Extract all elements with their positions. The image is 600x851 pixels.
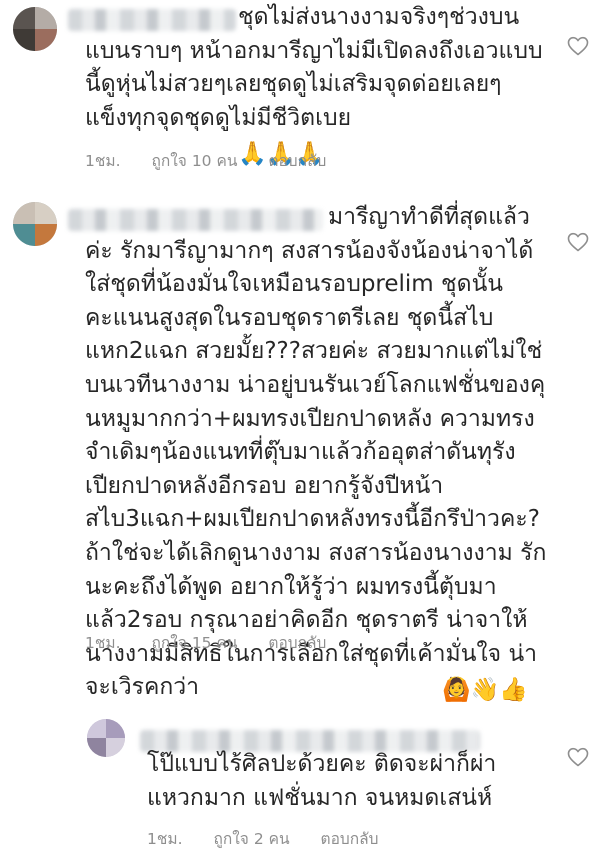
reply-button[interactable]: ตอบกลับ — [268, 634, 326, 652]
comment-body: มารีญาทำดีที่สุดแล้ว ค่ะ รักมารีญามากๆ ส… — [85, 204, 547, 701]
heart-outline-icon[interactable] — [566, 745, 590, 769]
heart-outline-icon[interactable] — [566, 34, 590, 58]
comment-item: ชุดไม่ส่งนางงามจริงๆช่วงบน แบนราบๆ หน้าอ… — [0, 0, 600, 175]
comment-meta: 1ชม. ถูกใจ 2 คน ตอบกลับ — [147, 826, 404, 851]
timestamp: 1ชม. — [85, 634, 121, 652]
avatar[interactable] — [13, 7, 57, 51]
heart-outline-icon[interactable] — [566, 230, 590, 254]
avatar[interactable] — [13, 202, 57, 246]
likes-count[interactable]: ถูกใจ 10 คน — [151, 152, 237, 170]
comment-item: โป๊แบบไร้ศิลปะด้วยคะ ติดจะผ่าก็ผ่า แหวกม… — [0, 690, 600, 851]
avatar[interactable] — [87, 719, 125, 757]
comment-meta: 1ชม. ถูกใจ 15 คน ตอบกลับ — [85, 630, 352, 655]
comment-body: ชุดไม่ส่งนางงามจริงๆช่วงบน แบนราบๆ หน้าอ… — [85, 4, 543, 131]
reply-button[interactable]: ตอบกลับ — [268, 152, 326, 170]
comment-text: ชุดไม่ส่งนางงามจริงๆช่วงบน แบนราบๆ หน้าอ… — [85, 1, 565, 172]
comment-item: มารีญาทำดีที่สุดแล้ว ค่ะ รักมารีญามากๆ ส… — [0, 175, 600, 703]
reply-button[interactable]: ตอบกลับ — [321, 830, 379, 848]
timestamp: 1ชม. — [85, 152, 121, 170]
comment-body: โป๊แบบไร้ศิลปะด้วยคะ ติดจะผ่าก็ผ่า แหวกม… — [147, 751, 497, 811]
likes-count[interactable]: ถูกใจ 15 คน — [151, 634, 237, 652]
likes-count[interactable]: ถูกใจ 2 คน — [213, 830, 289, 848]
timestamp: 1ชม. — [147, 830, 183, 848]
comment-text: โป๊แบบไร้ศิลปะด้วยคะ ติดจะผ่าก็ผ่า แหวกม… — [147, 748, 567, 815]
comment-meta: 1ชม. ถูกใจ 10 คน ตอบกลับ — [85, 148, 352, 173]
